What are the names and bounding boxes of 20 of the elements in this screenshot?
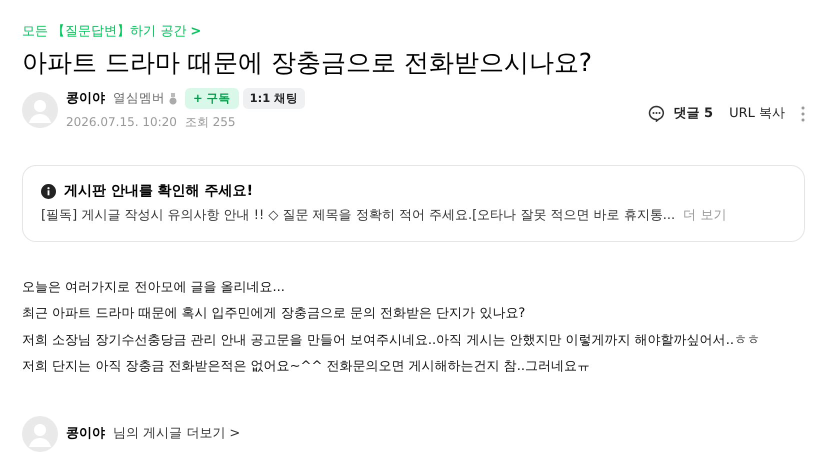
medal-icon	[169, 92, 177, 105]
chat-button[interactable]: 1:1 채팅	[242, 88, 306, 110]
author-name[interactable]: 콩이야	[66, 88, 105, 108]
notice-title: 게시판 안내를 확인해 주세요!	[64, 182, 254, 202]
body-text: 저희 단지는 아직 장충금 전화받은적은 없어요~^^ 전화문의오면 게시해하는건지 참..그러네요ㅠ	[22, 358, 592, 376]
post-title: 아파트 드라마 때문에 장충금으로 전화받으시나요?	[22, 48, 594, 78]
body-text: 저희 소장님 장기수선충당금 관리 안내 공고문을 만들어 보여주시네요..아직 게시는 안했지만 이렇게까지 해야할까싶어서..ㅎㅎ	[22, 332, 761, 350]
body-text: 오늘은 여러가지로 전아모에 글을 올리네요...	[22, 278, 286, 297]
info-icon	[41, 184, 56, 200]
more-posts-link[interactable]: 님의 게시글 더보기 >	[113, 424, 240, 444]
member-level: 열심멤버	[113, 89, 165, 108]
more-options-icon[interactable]	[801, 106, 805, 122]
view-count: 조회 255	[184, 115, 236, 130]
notice-text: [필독] 게시글 작성시 유의사항 안내 !! ◇ 질문 제목을 정확히 적어 주세요.[오타나 잘못 적으면 바로 휴지통...	[41, 207, 676, 226]
post-date: 2026.07.15. 10:20	[66, 115, 177, 130]
comment-icon[interactable]	[648, 105, 666, 122]
copy-url-link[interactable]: URL 복사	[729, 104, 785, 124]
author-name[interactable]: 콩이야	[66, 424, 105, 444]
comment-count[interactable]: 댓글 5	[673, 104, 714, 124]
body-text: 최근 아파트 드라마 때문에 혹시 입주민에게 장충금으로 문의 전화받은 단지가 있나요?	[22, 305, 526, 324]
